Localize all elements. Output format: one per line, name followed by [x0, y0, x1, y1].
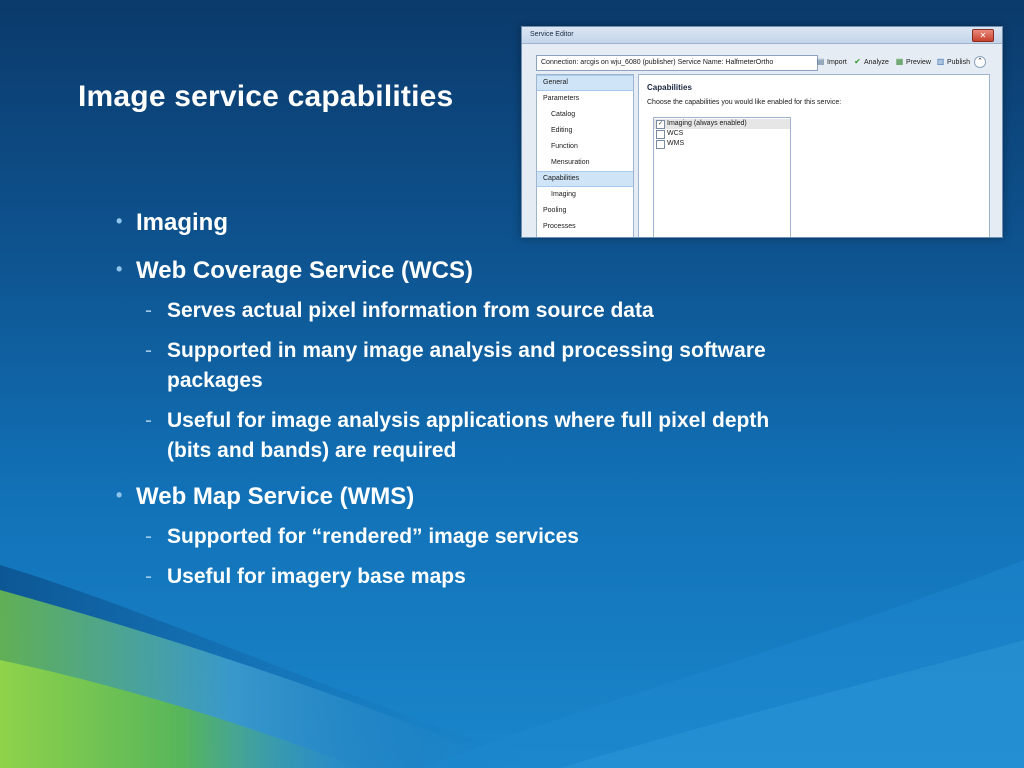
dash-icon: - [145, 409, 152, 432]
preview-icon: ▦ [895, 57, 904, 66]
checkbox-checked-icon[interactable]: ✓ [656, 120, 665, 129]
sub-bullet: - Useful for image analysis applications… [145, 406, 907, 436]
capability-label: WMS [667, 140, 685, 147]
nav-item-mensuration[interactable]: Mensuration [537, 156, 633, 170]
sub-bullet: - Serves actual pixel information from s… [145, 296, 907, 326]
nav-item-processes[interactable]: Processes [537, 220, 633, 234]
nav-item-imaging[interactable]: Imaging [537, 188, 633, 202]
sub-bullet-text: Useful for image analysis applications w… [167, 409, 770, 432]
dash-icon: - [145, 525, 152, 548]
nav-item-function[interactable]: Function [537, 140, 633, 154]
capability-label: Imaging (always enabled) [667, 120, 747, 127]
dash-icon: - [145, 565, 152, 588]
bullet-text: Web Map Service (WMS) [136, 483, 415, 510]
capability-label: WCS [667, 130, 684, 137]
panel-description: Choose the capabilities you would like e… [647, 99, 842, 106]
publish-button[interactable]: ▥ Publish [936, 56, 970, 68]
sub-bullet-text: Supported in many image analysis and pro… [167, 339, 766, 362]
bullet-dot-icon: • [116, 485, 123, 505]
import-button[interactable]: ▤ Import [816, 56, 847, 68]
capabilities-panel: Capabilities Choose the capabilities you… [638, 74, 990, 237]
bullet-wms: • Web Map Service (WMS) [116, 483, 415, 511]
capabilities-list: ✓ Imaging (always enabled) WCS WMS [653, 117, 791, 237]
bullet-wcs: • Web Coverage Service (WCS) [116, 257, 473, 285]
capability-imaging[interactable]: ✓ Imaging (always enabled) [654, 119, 790, 129]
window-titlebar: Service Editor ✕ [522, 27, 1002, 44]
nav-item-catalog[interactable]: Catalog [537, 108, 633, 122]
sub-bullet-text: (bits and bands) are required [167, 439, 457, 462]
bullet-text: Web Coverage Service (WCS) [136, 257, 473, 284]
publish-icon: ▥ [936, 57, 945, 66]
bullet-dot-icon: • [116, 211, 123, 231]
sub-bullet-continuation: packages [167, 366, 907, 396]
import-label: Import [827, 59, 847, 66]
collapse-button[interactable]: ⌃ [974, 56, 986, 68]
dash-icon: - [145, 299, 152, 322]
capability-wcs[interactable]: WCS [654, 129, 790, 139]
nav-item-pooling[interactable]: Pooling [537, 204, 633, 218]
editor-nav: General Parameters Catalog Editing Funct… [536, 74, 634, 237]
close-button[interactable]: ✕ [972, 29, 994, 42]
nav-item-parameters[interactable]: Parameters [537, 92, 633, 106]
sub-bullet-text: Supported for “rendered” image services [167, 525, 579, 548]
checkbox-icon[interactable] [656, 130, 665, 139]
bullet-text: Imaging [136, 209, 229, 236]
sub-bullet-continuation: (bits and bands) are required [167, 436, 907, 466]
nav-item-capabilities[interactable]: Capabilities [537, 171, 633, 187]
sub-bullet-text: Useful for imagery base maps [167, 565, 466, 588]
sub-bullet-text: packages [167, 369, 263, 392]
preview-label: Preview [906, 59, 931, 66]
sub-bullet: - Supported in many image analysis and p… [145, 336, 907, 366]
window-title: Service Editor [530, 31, 574, 38]
analyze-label: Analyze [864, 59, 889, 66]
capability-wms[interactable]: WMS [654, 139, 790, 149]
dash-icon: - [145, 339, 152, 362]
import-icon: ▤ [816, 57, 825, 66]
check-icon: ✔ [854, 57, 861, 66]
sub-bullet: - Useful for imagery base maps [145, 562, 907, 592]
panel-title: Capabilities [647, 83, 692, 92]
bullet-dot-icon: • [116, 259, 123, 279]
checkbox-icon[interactable] [656, 140, 665, 149]
preview-button[interactable]: ▦ Preview [895, 56, 931, 68]
publish-label: Publish [947, 59, 970, 66]
nav-item-editing[interactable]: Editing [537, 124, 633, 138]
analyze-button[interactable]: ✔ Analyze [853, 56, 889, 68]
service-editor-screenshot: Service Editor ✕ Connection: arcgis on w… [521, 26, 1003, 238]
sub-bullet: - Supported for “rendered” image service… [145, 522, 907, 552]
connection-field: Connection: arcgis on wju_6080 (publishe… [536, 55, 818, 71]
sub-bullet-text: Serves actual pixel information from sou… [167, 299, 654, 322]
nav-item-general[interactable]: General [537, 75, 633, 91]
bullet-imaging: • Imaging [116, 209, 229, 237]
